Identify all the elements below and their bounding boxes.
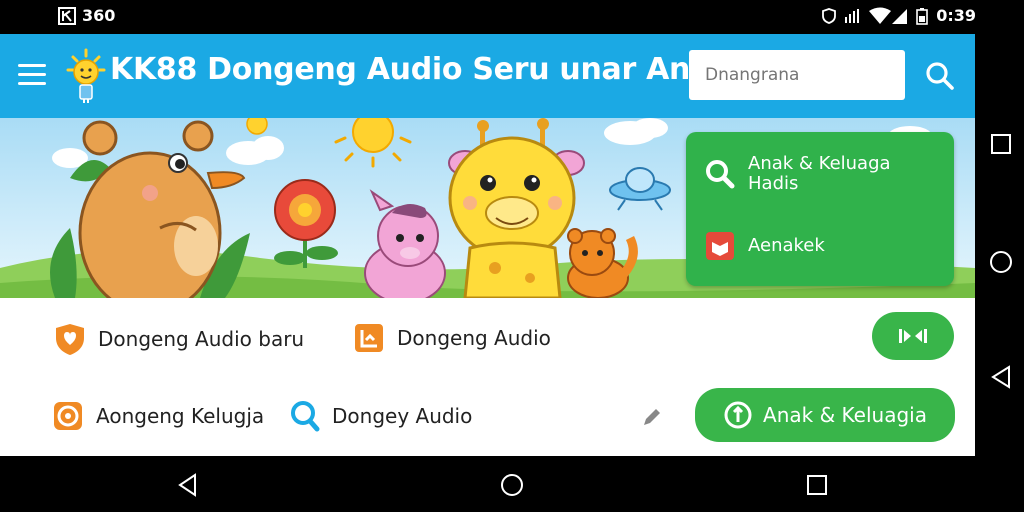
- search-input[interactable]: [689, 50, 905, 100]
- app-screen: KK88 Dongeng Audio Seru unar Anak Dnangr…: [0, 34, 975, 456]
- list-item-dongey-audio[interactable]: Dongey Audio: [290, 400, 472, 432]
- list-item-dongeng-audio-baru[interactable]: Dongeng Audio baru: [54, 322, 304, 356]
- banner-card-item-sublabel: Hadis: [748, 173, 799, 194]
- recents-square-icon[interactable]: [989, 132, 1013, 156]
- side-navigation-bar: [975, 34, 1024, 456]
- back-triangle-icon[interactable]: [175, 472, 201, 498]
- folder-icon: [355, 324, 383, 352]
- edit-pencil-icon[interactable]: [640, 405, 664, 429]
- navigation-bar: [0, 456, 1024, 512]
- search-icon[interactable]: [920, 56, 960, 96]
- banner-card-item-label: Aenakek: [748, 235, 825, 256]
- family-button[interactable]: Anak & Keluagia: [695, 388, 955, 442]
- info-circle-icon: [724, 401, 752, 429]
- list-item-label: Aongeng Kelugja: [96, 404, 265, 428]
- app-bar: KK88 Dongeng Audio Seru unar Anak: [0, 34, 975, 118]
- status-left-text: 360: [82, 6, 116, 25]
- list-item-aongeng-kelugja[interactable]: Aongeng Kelugja: [52, 400, 264, 432]
- play-button[interactable]: [872, 312, 954, 360]
- home-circle-icon[interactable]: [499, 472, 525, 498]
- list-row-1: Dongeng Audio baru Dongeng Audio: [0, 298, 975, 379]
- status-time: 0:39: [936, 6, 976, 25]
- record-icon: [54, 402, 82, 430]
- menu-icon: [18, 64, 46, 67]
- banner-card-item-family-hadis[interactable]: Anak & Keluaga Hadis: [704, 154, 891, 194]
- battery-icon: [916, 7, 929, 25]
- list-item-dongeng-audio[interactable]: Dongeng Audio: [353, 322, 551, 354]
- book-icon: [706, 232, 734, 260]
- notification-icon: [58, 6, 76, 25]
- recents-square-icon[interactable]: [805, 473, 829, 497]
- search-icon: [291, 401, 320, 432]
- shield-icon: [822, 7, 837, 24]
- heart-shield-icon: [56, 324, 84, 355]
- wifi-icon: [869, 7, 908, 24]
- app-title: KK88 Dongeng Audio Seru unar Anak: [110, 52, 730, 87]
- list-row-2: Aongeng Kelugja Dongey Audio Anak & Kelu…: [0, 378, 975, 456]
- family-button-label: Anak & Keluagia: [763, 403, 927, 427]
- status-left: 360: [58, 6, 115, 25]
- sun-logo-icon: [66, 48, 106, 103]
- home-circle-icon[interactable]: [988, 249, 1014, 275]
- hero-banner: Anak & Keluaga Hadis Aenakek: [0, 118, 975, 298]
- list-item-label: Dongeng Audio baru: [98, 327, 305, 351]
- menu-button[interactable]: [18, 64, 46, 86]
- status-right: 0:39: [822, 6, 976, 25]
- signal-icon: [845, 8, 860, 23]
- list-item-label: Dongey Audio: [332, 404, 473, 428]
- banner-card-item-aenakek[interactable]: Aenakek: [704, 230, 825, 262]
- back-triangle-icon[interactable]: [988, 364, 1014, 390]
- search-icon: [706, 160, 735, 189]
- play-pause-icon: [899, 329, 927, 343]
- banner-card-item-label: Anak & Keluaga: [748, 153, 891, 174]
- status-bar: 360 0:39: [0, 0, 1024, 34]
- list-item-label: Dongeng Audio: [397, 326, 551, 350]
- banner-card: Anak & Keluaga Hadis Aenakek: [686, 132, 954, 286]
